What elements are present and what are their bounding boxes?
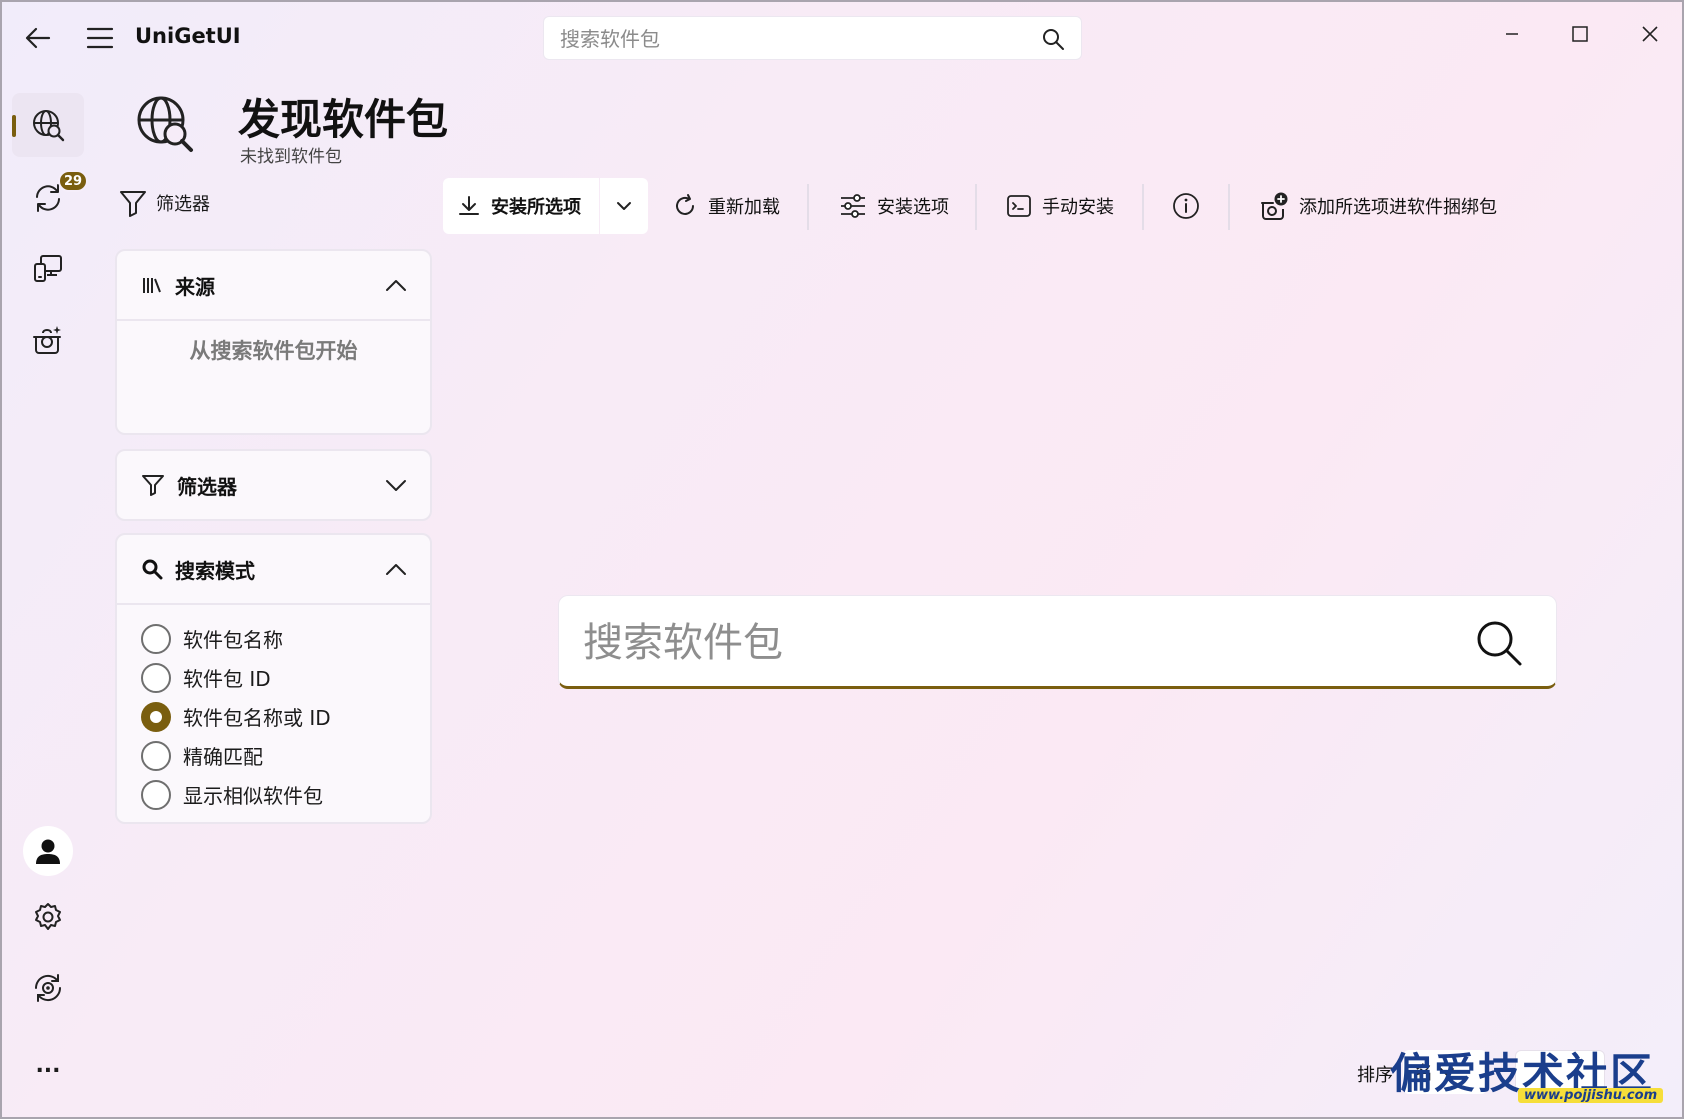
search-mode-panel-title: 搜索模式 [175, 558, 255, 583]
radio-label: 软件包名称 [183, 628, 283, 652]
minimize-icon [1506, 33, 1518, 35]
radio-label: 软件包名称或 ID [183, 706, 331, 730]
sources-empty-message: 从搜索软件包开始 [117, 321, 430, 433]
minimize-button[interactable] [1488, 14, 1536, 54]
search-icon [142, 559, 163, 580]
sources-panel-header[interactable]: 来源 [117, 251, 430, 319]
radio-label: 显示相似软件包 [183, 784, 323, 808]
manager-settings-icon [34, 974, 62, 1002]
more-icon: ... [35, 1053, 61, 1078]
install-options-button[interactable]: 安装选项 [825, 178, 963, 234]
watermark: 偏爱技术社区 www.pojjishu.com [1378, 1040, 1678, 1112]
install-options-dropdown-button[interactable] [600, 178, 648, 234]
manual-install-label: 手动安装 [1042, 197, 1114, 218]
page-title: 发现软件包 [238, 95, 449, 144]
add-bundle-icon [1261, 192, 1288, 220]
page-globe-search-icon [137, 96, 193, 152]
sources-panel-title: 来源 [175, 274, 215, 299]
nav-more[interactable]: ... [12, 1034, 84, 1098]
filters-panel-header[interactable]: 筛选器 [117, 451, 430, 519]
search-mode-option-similar[interactable]: 显示相似软件包 [141, 775, 430, 814]
filter-icon [142, 475, 164, 496]
search-mode-options: 软件包名称 软件包 ID 软件包名称或 ID 精确匹配 显示相似软件包 [117, 605, 430, 822]
nav-bundles[interactable] [12, 308, 84, 372]
search-icon[interactable] [1474, 618, 1524, 668]
reload-button[interactable]: 重新加载 [658, 178, 794, 234]
nav-managers[interactable] [12, 956, 84, 1020]
app-title: UniGetUI [135, 24, 241, 48]
package-bundle-icon [33, 326, 61, 354]
filter-toggle-label: 筛选器 [156, 194, 210, 215]
filters-panel: 筛选器 [115, 449, 432, 521]
main-search-box[interactable] [558, 595, 1557, 689]
nav-installed[interactable] [12, 236, 84, 300]
radio-button[interactable] [141, 740, 171, 771]
search-mode-option-name[interactable]: 软件包名称 [141, 619, 430, 658]
watermark-url: www.pojjishu.com [1518, 1088, 1664, 1103]
filter-toggle-button[interactable]: 筛选器 [118, 188, 210, 218]
maximize-icon [1572, 26, 1588, 42]
filter-icon [120, 191, 146, 217]
user-icon [36, 839, 60, 864]
search-mode-option-exact[interactable]: 精确匹配 [141, 736, 430, 775]
radio-button-checked[interactable] [141, 701, 171, 732]
install-options-label: 安装选项 [877, 197, 949, 218]
chevron-down-icon[interactable] [384, 473, 408, 497]
sliders-icon [841, 194, 865, 218]
info-icon [1173, 193, 1199, 219]
nav-account[interactable] [23, 826, 73, 876]
reload-icon [676, 194, 694, 215]
search-mode-panel-header[interactable]: 搜索模式 [117, 535, 430, 603]
maximize-button[interactable] [1556, 14, 1604, 54]
reload-label: 重新加载 [708, 197, 780, 218]
top-search-box[interactable] [543, 16, 1082, 60]
library-icon [143, 278, 161, 293]
sources-empty-text: 从搜索软件包开始 [189, 339, 358, 363]
radio-button[interactable] [141, 779, 171, 810]
download-icon [459, 196, 479, 215]
top-search-input[interactable] [560, 25, 1020, 53]
add-to-bundle-button[interactable]: 添加所选项进软件捆绑包 [1245, 178, 1511, 234]
nav-discover[interactable] [12, 93, 84, 157]
gear-icon [35, 903, 61, 930]
toolbar-divider [1228, 184, 1230, 230]
toolbar-divider [1142, 184, 1144, 230]
filters-panel-title: 筛选器 [177, 474, 237, 499]
toolbar-divider [807, 184, 809, 230]
menu-button[interactable] [80, 20, 120, 56]
installed-packages-icon [34, 255, 62, 282]
radio-button[interactable] [141, 623, 171, 654]
globe-search-icon [33, 110, 65, 142]
nav-settings[interactable] [12, 885, 84, 949]
chevron-down-icon [617, 202, 631, 210]
install-selected-label: 安装所选项 [491, 197, 581, 218]
updates-badge: 29 [58, 170, 89, 192]
hamburger-icon [86, 27, 114, 49]
radio-label: 软件包 ID [183, 667, 271, 691]
sources-panel: 来源 从搜索软件包开始 [115, 249, 432, 435]
close-button[interactable] [1626, 14, 1674, 54]
back-button[interactable] [18, 20, 58, 56]
title-bar: UniGetUI [0, 0, 1684, 76]
nav-updates[interactable]: 29 [12, 166, 89, 230]
close-icon [1642, 26, 1658, 42]
search-icon[interactable] [1041, 27, 1065, 51]
toolbar-divider [975, 184, 977, 230]
chevron-up-icon[interactable] [384, 273, 408, 297]
search-mode-option-name-or-id[interactable]: 软件包名称或 ID [141, 697, 430, 736]
add-to-bundle-label: 添加所选项进软件捆绑包 [1299, 197, 1497, 218]
radio-button[interactable] [141, 662, 171, 693]
package-details-button[interactable] [1158, 178, 1214, 234]
arrow-left-icon [25, 27, 51, 49]
terminal-icon [1007, 195, 1031, 217]
active-indicator [12, 115, 16, 137]
chevron-up-icon[interactable] [384, 557, 408, 581]
page-subtitle: 未找到软件包 [240, 147, 342, 167]
search-mode-panel: 搜索模式 软件包名称 软件包 ID 软件包名称或 ID 精确匹配 显示相似软件包 [115, 533, 432, 824]
main-search-input[interactable] [583, 616, 1423, 670]
install-selected-button[interactable]: 安装所选项 [443, 178, 599, 234]
manual-install-button[interactable]: 手动安装 [992, 178, 1128, 234]
search-mode-option-id[interactable]: 软件包 ID [141, 658, 430, 697]
radio-label: 精确匹配 [183, 745, 263, 769]
